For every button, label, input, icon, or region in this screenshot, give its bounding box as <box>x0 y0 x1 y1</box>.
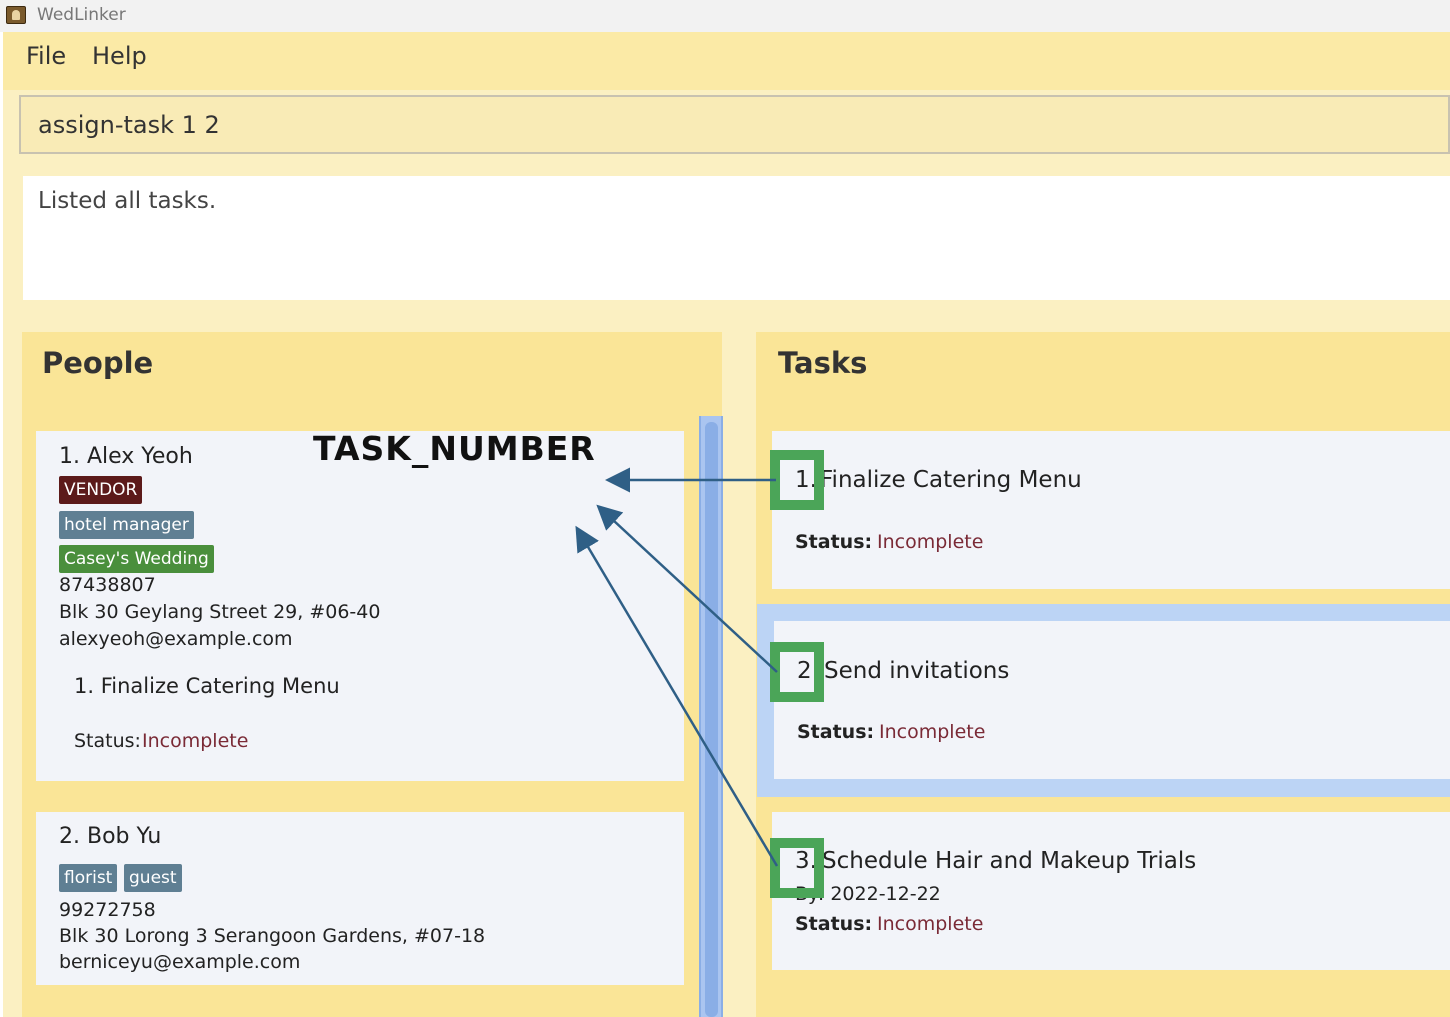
annotation-arrow <box>596 504 778 673</box>
annotation-arrows <box>575 467 779 867</box>
